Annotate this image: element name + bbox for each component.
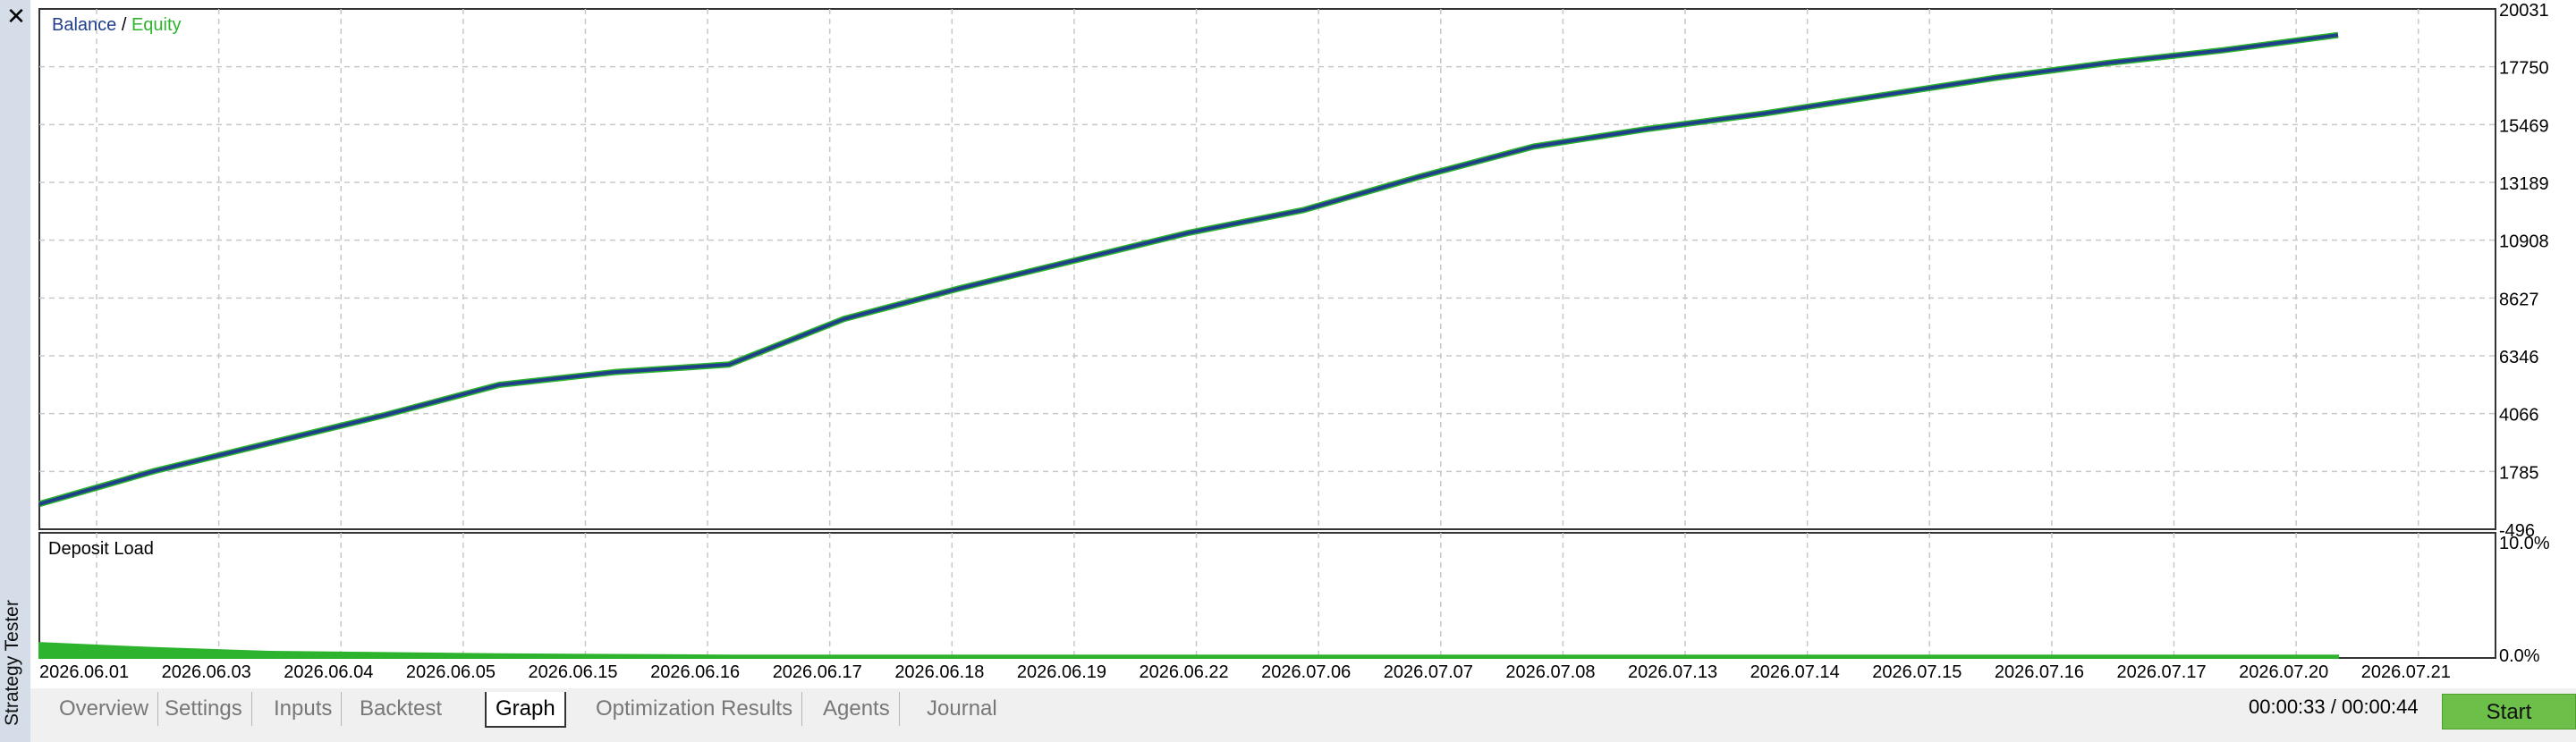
y-tick-label: 8627	[2499, 290, 2539, 309]
close-icon[interactable]: ✕	[5, 4, 27, 28]
x-tick-label: 2026.06.15	[528, 662, 617, 682]
x-tick-label: 2026.07.16	[1995, 662, 2084, 682]
deposit-max-label: 10.0%	[2499, 534, 2550, 553]
x-tick-label: 2026.07.14	[1750, 662, 1840, 682]
tester-tab-bar: Overview Settings Inputs Backtest Graph …	[30, 688, 2576, 742]
y-tick-label: 13189	[2499, 174, 2549, 194]
y-tick-label: 6346	[2499, 348, 2539, 367]
y-tick-label: 15469	[2499, 116, 2549, 136]
x-tick-label: 2026.06.01	[39, 662, 129, 682]
tab-overview[interactable]: Overview	[50, 692, 159, 726]
x-tick-label: 2026.06.18	[894, 662, 984, 682]
x-tick-label: 2026.07.21	[2361, 662, 2451, 682]
tab-journal[interactable]: Journal	[918, 692, 1006, 726]
elapsed-timer: 00:00:33 / 00:00:44	[2249, 696, 2419, 718]
legend-equity: Equity	[131, 15, 182, 35]
start-button[interactable]: Start	[2442, 694, 2576, 729]
deposit-plot-frame	[38, 532, 2496, 659]
tab-graph[interactable]: Graph	[485, 692, 566, 728]
y-tick-label: 4066	[2499, 406, 2539, 426]
main-plot-frame	[38, 8, 2496, 530]
x-tick-label: 2026.07.20	[2239, 662, 2328, 682]
x-tick-label: 2026.06.19	[1017, 662, 1106, 682]
legend-balance: Balance	[52, 15, 116, 35]
y-tick-label: 17750	[2499, 59, 2549, 79]
strategy-tester-title: Strategy Tester	[2, 600, 22, 726]
balance-equity-chart: -496178540666346862710908131891546917750…	[38, 1, 2550, 682]
x-tick-label: 2026.07.15	[1872, 662, 1962, 682]
side-panel: ✕ Strategy Tester	[0, 0, 31, 742]
x-tick-label: 2026.06.16	[650, 662, 740, 682]
y-tick-label: 20031	[2499, 1, 2549, 21]
y-tick-label: 1785	[2499, 463, 2539, 483]
x-tick-label: 2026.07.13	[1628, 662, 1717, 682]
x-tick-label: 2026.06.04	[284, 662, 373, 682]
graph-panel: -496 1785 4066 6346 8627 10908 13189 15469 17750…	[30, 0, 2576, 688]
chart-legend: Balance / Equity	[52, 15, 182, 35]
x-tick-label: 2026.06.17	[773, 662, 862, 682]
x-tick-label: 2026.07.17	[2116, 662, 2206, 682]
x-tick-label: 2026.07.07	[1384, 662, 1473, 682]
x-tick-label: 2026.07.08	[1505, 662, 1595, 682]
tab-agents[interactable]: Agents	[814, 692, 900, 726]
x-tick-label: 2026.06.05	[406, 662, 496, 682]
tab-optimization-results[interactable]: Optimization Results	[587, 692, 803, 726]
x-tick-label: 2026.06.22	[1140, 662, 1229, 682]
legend-separator: /	[116, 15, 131, 35]
deposit-load-title: Deposit Load	[48, 539, 154, 559]
deposit-min-label: 0.0%	[2499, 646, 2540, 666]
y-tick-label: 10908	[2499, 232, 2549, 252]
x-tick-label: 2026.06.03	[162, 662, 251, 682]
tab-settings[interactable]: Settings	[156, 692, 252, 726]
tab-backtest[interactable]: Backtest	[351, 692, 451, 726]
x-tick-label: 2026.07.06	[1261, 662, 1351, 682]
tab-inputs[interactable]: Inputs	[265, 692, 343, 726]
